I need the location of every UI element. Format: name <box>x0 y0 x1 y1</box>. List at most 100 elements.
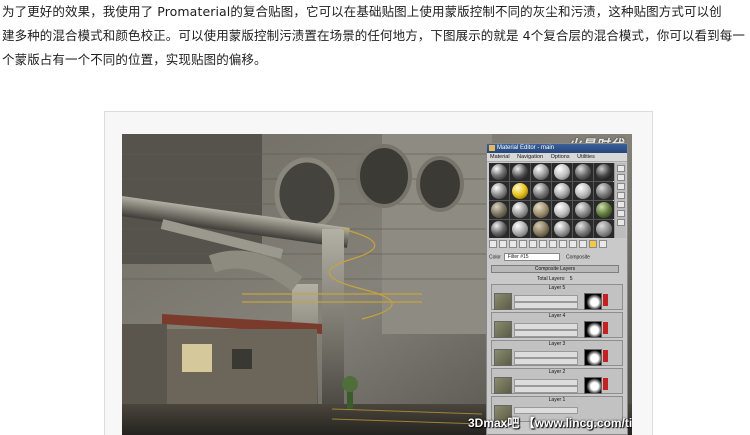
put-to-scene-icon <box>499 240 507 248</box>
sample-uv-icon <box>616 192 625 199</box>
layer-map-thumbnail <box>494 377 512 394</box>
layer-marker-icon <box>603 350 608 362</box>
material-sample-slots <box>489 163 614 238</box>
material-sample-slot <box>594 163 614 181</box>
background-icon <box>616 183 625 190</box>
sample-sphere-icon <box>575 183 591 199</box>
material-sample-slot <box>594 201 614 219</box>
sample-sphere-icon <box>512 183 528 199</box>
sample-sphere-icon <box>596 202 612 218</box>
backlight-icon <box>616 174 625 181</box>
material-id-icon <box>559 240 567 248</box>
material-editor-window: Material Editor - main Material Navigati… <box>486 143 628 435</box>
layer-blend-control <box>514 330 578 337</box>
layer-label: Layer 4 <box>548 313 566 319</box>
sample-sphere-icon <box>575 164 591 180</box>
material-name-value: Filter #15 <box>507 254 529 261</box>
app-icon <box>489 145 495 151</box>
material-sample-slot <box>531 163 551 181</box>
material-sample-slot <box>594 182 614 200</box>
total-layers-label: Total Layers: <box>537 276 566 282</box>
layer-blend-control <box>514 358 578 365</box>
layer-map-thumbnail <box>494 293 512 310</box>
layer-label: Layer 5 <box>548 285 566 291</box>
layer-marker-icon <box>603 378 608 390</box>
sample-sphere-icon <box>512 164 528 180</box>
sample-sphere-icon <box>533 202 549 218</box>
layer-label: Layer 1 <box>548 397 566 403</box>
material-sample-slot <box>573 163 593 181</box>
sample-type-icon <box>616 165 625 172</box>
make-unique-icon <box>539 240 547 248</box>
layer-label: Layer 2 <box>548 369 566 375</box>
layer-map-thumbnail <box>494 349 512 366</box>
layer-panel: Layer 4 <box>491 312 623 338</box>
material-editor-toolbar <box>489 240 615 250</box>
sample-sphere-icon <box>596 221 612 237</box>
put-to-library-icon <box>549 240 557 248</box>
material-sample-slot <box>552 201 572 219</box>
article-line: 个蒙版占有一个不同的位置，实现贴图的偏移。 <box>2 52 267 67</box>
reset-map-icon <box>519 240 527 248</box>
material-sample-slot <box>573 182 593 200</box>
window-title: Material Editor - main <box>497 145 555 151</box>
material-sample-slot <box>510 163 530 181</box>
sample-sphere-icon <box>554 164 570 180</box>
material-sample-slot <box>531 220 551 238</box>
layer-opacity-control <box>514 379 578 386</box>
material-type-button: Composite <box>565 254 590 261</box>
material-sample-slot <box>531 201 551 219</box>
layer-marker-icon <box>603 322 608 334</box>
rollout-composite-layers: Composite Layers <box>491 265 619 273</box>
menu-item-navigation: Navigation <box>517 154 544 160</box>
sample-sphere-icon <box>533 221 549 237</box>
material-sample-slot <box>552 163 572 181</box>
article-line: 建多种的混合模式和颜色校正。可以使用蒙版控制污渍置在场景的任何地方，下图展示的就… <box>2 28 745 43</box>
composite-layers-list: Layer 5 Layer 4 Layer 3 Layer 2 Layer 1 <box>491 284 623 424</box>
total-layers-row: Total Layers: 5 <box>537 276 573 282</box>
go-forward-icon <box>599 240 607 248</box>
sample-sphere-icon <box>596 183 612 199</box>
material-sample-slot <box>489 220 509 238</box>
material-sample-slot <box>552 182 572 200</box>
layer-panel: Layer 3 <box>491 340 623 366</box>
layer-map-thumbnail <box>494 321 512 338</box>
watermark-caption: 3Dmax吧 【www.lincg.com/tieba/1771】 <box>468 416 632 430</box>
article-figure: 火星时代 Material Editor - main Material Nav… <box>122 134 632 435</box>
options-icon <box>616 210 625 217</box>
menu-item-options: Options <box>550 154 570 160</box>
layer-opacity-control <box>514 323 578 330</box>
layer-mask-thumbnail <box>584 321 602 338</box>
layer-mask-thumbnail <box>584 349 602 366</box>
sample-sphere-icon <box>491 221 507 237</box>
material-sample-slot <box>531 182 551 200</box>
material-sample-slot <box>489 201 509 219</box>
menu-item-utilities: Utilities <box>577 154 595 160</box>
total-layers-value: 5 <box>569 276 573 282</box>
layer-mask-thumbnail <box>584 293 602 310</box>
show-map-icon <box>569 240 577 248</box>
sample-sphere-icon <box>596 164 612 180</box>
layer-blend-control <box>514 386 578 393</box>
menu-item-material: Material <box>490 154 510 160</box>
sample-sphere-icon <box>512 221 528 237</box>
material-sample-slot <box>573 220 593 238</box>
material-sample-slot <box>489 163 509 181</box>
material-sample-slot <box>510 201 530 219</box>
show-end-result-icon <box>579 240 587 248</box>
article-line: 为了更好的效果，我使用了 Promaterial的复合贴图，它可以在基础贴图上使… <box>2 4 722 19</box>
material-sample-slot <box>573 201 593 219</box>
layer-mask-thumbnail <box>584 377 602 394</box>
assign-to-selection-icon <box>509 240 517 248</box>
material-sample-slot <box>552 220 572 238</box>
sample-sphere-icon <box>533 164 549 180</box>
material-sample-slot <box>510 220 530 238</box>
material-editor-sidebar <box>614 163 626 238</box>
layer-panel: Layer 5 <box>491 284 623 310</box>
layer-label: Layer 3 <box>548 341 566 347</box>
select-by-material-icon <box>616 219 625 226</box>
layer-opacity-control <box>514 351 578 358</box>
sample-sphere-icon <box>575 202 591 218</box>
sample-sphere-icon <box>575 221 591 237</box>
sample-sphere-icon <box>554 202 570 218</box>
